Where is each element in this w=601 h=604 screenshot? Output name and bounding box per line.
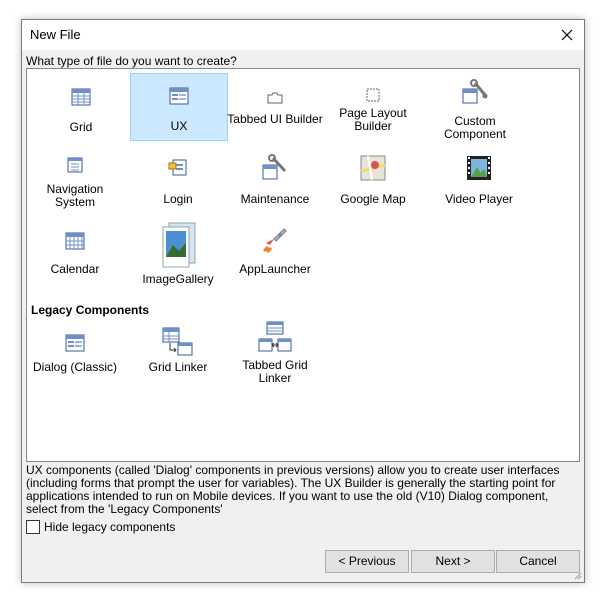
grid-icon	[71, 88, 91, 106]
tile-grid-linker[interactable]: Grid Linker	[130, 325, 226, 391]
google-map-icon	[360, 155, 386, 181]
previous-button[interactable]: < Previous	[325, 550, 409, 573]
description-text: UX components (called 'Dialog' component…	[26, 463, 560, 516]
tile-label: Page Layout Builder	[339, 106, 407, 133]
hide-legacy-label[interactable]: Hide legacy components	[44, 520, 175, 534]
tile-grid[interactable]: Grid	[33, 75, 129, 141]
tabbed-ui-builder-icon	[267, 92, 283, 104]
tile-app-launcher[interactable]: AppLauncher	[227, 221, 323, 287]
tile-calendar[interactable]: Calendar	[27, 221, 123, 287]
new-file-dialog: New File What type of file do you want t…	[21, 19, 585, 583]
tile-navigation-system[interactable]: Navigation System	[27, 151, 123, 217]
tile-custom-component[interactable]: Custom Component	[427, 75, 523, 141]
tile-login[interactable]: Login	[130, 151, 226, 217]
close-icon	[561, 29, 573, 41]
tile-label: AppLauncher	[239, 262, 311, 276]
next-button[interactable]: Next >	[411, 550, 495, 573]
tile-label: Custom Component	[443, 114, 507, 141]
tile-google-map[interactable]: Google Map	[325, 151, 421, 217]
page-layout-builder-icon	[366, 88, 380, 102]
tile-label: UX	[170, 119, 188, 133]
tile-label: Tabbed Grid Linker	[242, 358, 308, 385]
legacy-components-heading: Legacy Components	[31, 303, 150, 317]
tile-label: Dialog (Classic)	[32, 360, 118, 374]
tile-label: Google Map	[340, 192, 406, 206]
tile-label: Login	[163, 192, 193, 206]
cancel-button[interactable]: Cancel	[496, 550, 580, 573]
maintenance-icon	[262, 154, 287, 180]
ux-icon	[169, 87, 189, 105]
custom-component-icon	[462, 79, 488, 104]
tile-label: Navigation System	[46, 182, 104, 209]
resize-grip-icon[interactable]	[572, 570, 582, 580]
tile-label: Grid Linker	[148, 360, 208, 374]
tile-label: Maintenance	[240, 192, 310, 206]
tile-tabbed-grid-linker[interactable]: Tabbed Grid Linker	[227, 321, 323, 387]
dialog-classic-icon	[65, 334, 85, 352]
tile-label: Grid	[69, 120, 93, 134]
tile-label: ImageGallery	[142, 272, 214, 286]
close-button[interactable]	[550, 20, 584, 50]
video-player-icon	[467, 156, 491, 180]
tile-tabbed-ui-builder[interactable]: Tabbed UI Builder	[227, 75, 323, 141]
calendar-icon	[65, 232, 85, 250]
tile-image-gallery[interactable]: ImageGallery	[130, 221, 226, 287]
navigation-system-icon	[67, 157, 83, 173]
tile-label: Calendar	[50, 262, 100, 276]
window-title: New File	[30, 27, 81, 42]
tile-video-player[interactable]: Video Player	[431, 151, 527, 217]
file-type-panel: Grid UX Tabbed UI Builder Page Layout Bu…	[26, 68, 580, 462]
tabbed-grid-linker-icon	[258, 321, 292, 352]
app-launcher-icon	[262, 228, 287, 253]
image-gallery-icon	[162, 222, 196, 268]
hide-legacy-checkbox[interactable]	[26, 520, 40, 534]
tile-ux[interactable]: UX	[130, 73, 228, 141]
tile-label: Video Player	[445, 192, 513, 206]
grid-linker-icon	[162, 327, 193, 356]
login-icon	[168, 159, 187, 176]
tile-maintenance[interactable]: Maintenance	[227, 151, 323, 217]
tile-dialog-classic[interactable]: Dialog (Classic)	[27, 325, 123, 391]
tile-label: Tabbed UI Builder	[227, 112, 323, 126]
prompt-text: What type of file do you want to create?	[26, 54, 237, 68]
title-bar: New File	[22, 20, 584, 50]
tile-page-layout-builder[interactable]: Page Layout Builder	[325, 75, 421, 141]
